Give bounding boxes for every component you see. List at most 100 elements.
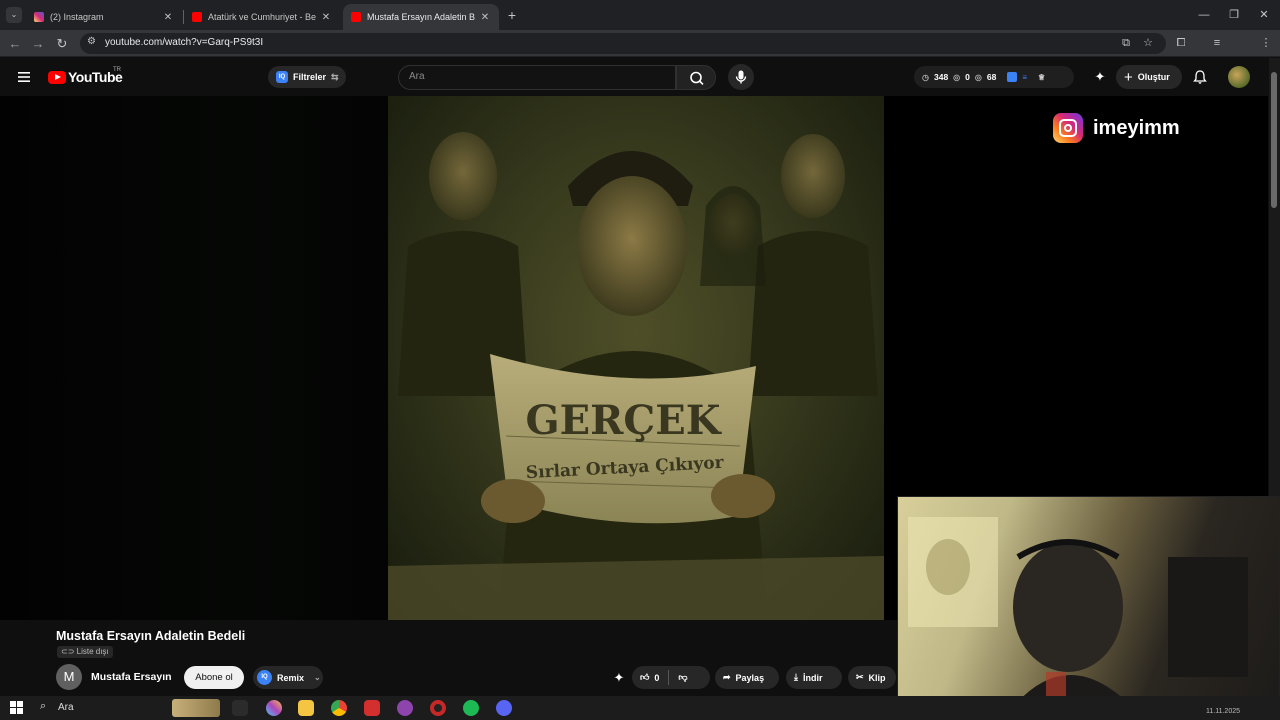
video-artwork: GERÇEK Sırlar Ortaya Çıkıyor — [388, 96, 884, 620]
scrollbar-thumb[interactable] — [1271, 72, 1277, 208]
visibility-label: Liste dışı — [76, 647, 109, 656]
close-tab-icon[interactable]: ✕ — [162, 12, 174, 23]
webcam-scene — [908, 517, 1248, 711]
youtube-favicon-icon — [192, 12, 202, 22]
windows-start-icon[interactable] — [10, 701, 23, 714]
search-input[interactable] — [409, 71, 659, 82]
magic-icon[interactable]: ✦ — [1092, 69, 1108, 85]
list-icon: ≡ — [1022, 72, 1028, 82]
clock-icon: ◷ — [922, 72, 929, 82]
scissors-icon: ✂ — [856, 672, 864, 682]
player-ambient-left — [0, 96, 388, 620]
hamburger-menu-icon[interactable] — [16, 69, 32, 85]
search-highlight-icon — [172, 699, 220, 717]
visibility-badge: ⊂⊃ Liste dışı — [57, 646, 113, 658]
cast-icon[interactable]: ⧉ — [1118, 35, 1134, 51]
taskbar-search[interactable]: ⌕ Ara — [34, 699, 224, 717]
voice-search-button[interactable] — [728, 64, 754, 90]
magic-icon[interactable]: ✦ — [611, 670, 627, 686]
channel-avatar[interactable]: M — [56, 664, 82, 690]
youtube-logo-icon[interactable] — [48, 71, 66, 84]
subscribe-button[interactable]: Abone ol — [184, 666, 244, 689]
copilot-icon[interactable] — [266, 700, 282, 716]
sliders-icon: ⇆ — [331, 71, 339, 82]
tab-instagram[interactable]: (2) Instagram ✕ — [26, 4, 182, 30]
create-label: Oluştur — [1137, 72, 1170, 82]
search-icon — [690, 71, 704, 85]
new-tab-button[interactable]: + — [505, 7, 519, 23]
eye-outline-icon: ◎ — [974, 72, 982, 82]
notifications-bell-icon[interactable] — [1192, 69, 1208, 85]
link-icon: ⊂⊃ — [61, 647, 75, 656]
file-explorer-icon[interactable] — [298, 700, 314, 716]
dislike-icon[interactable]: 👎︎ — [678, 672, 687, 683]
video-stats-pill[interactable]: ◷ 348 ◎ 0 ◎ 68 ≡ ♕ — [914, 66, 1074, 88]
windows-taskbar: ⌕ Ara 11.11.2025 — [0, 696, 1280, 720]
like-count[interactable]: 0 — [654, 673, 659, 683]
back-icon[interactable]: ← — [6, 35, 24, 53]
chrome-icon[interactable] — [331, 700, 347, 716]
region-code: TR — [113, 67, 121, 73]
reading-list-icon[interactable]: ≡ — [1209, 35, 1225, 51]
close-tab-icon[interactable]: ✕ — [479, 12, 491, 23]
app-red-icon[interactable] — [430, 700, 446, 716]
tab-search-dropdown[interactable]: ⌄ — [6, 7, 22, 23]
address-bar[interactable]: ⚙ youtube.com/watch?v=Garq-PS9t3I — [80, 33, 1166, 54]
taskbar-date[interactable]: 11.11.2025 — [1206, 708, 1240, 715]
close-tab-icon[interactable]: ✕ — [320, 12, 332, 23]
bookmark-star-icon[interactable]: ☆ — [1140, 35, 1156, 51]
download-label: İndir — [802, 672, 823, 683]
youtube-masthead: YouTube TR IQ Filtreler ⇆ ◷ 348 ◎ 0 ◎ 68… — [0, 58, 1280, 96]
restore-icon[interactable]: ❐ — [1219, 6, 1249, 24]
instagram-favicon-icon — [34, 12, 44, 22]
app-purple-icon[interactable] — [397, 700, 413, 716]
microphone-icon — [735, 70, 747, 84]
video-frame[interactable]: GERÇEK Sırlar Ortaya Çıkıyor — [388, 96, 884, 620]
close-window-icon[interactable]: ✕ — [1249, 6, 1279, 24]
taskbar-search-label: Ara — [58, 702, 74, 713]
site-info-icon[interactable]: ⚙ — [87, 36, 96, 47]
url-text: youtube.com/watch?v=Garq-PS9t3I — [105, 37, 264, 48]
stat-views: 348 — [933, 72, 949, 82]
wps-icon[interactable] — [364, 700, 380, 716]
forward-icon[interactable]: → — [29, 35, 47, 53]
chevron-down-icon[interactable]: ⌄ — [314, 673, 321, 682]
download-icon: ⤓ — [794, 672, 798, 682]
menu-kebab-icon[interactable]: ⋮ — [1258, 35, 1274, 51]
like-icon[interactable]: 👍︎ — [640, 672, 649, 683]
download-button[interactable]: ⤓ İndir — [786, 666, 842, 689]
tab-label: Mustafa Ersayın Adaletin Bedeli — [367, 12, 475, 22]
search-icon: ⌕ — [40, 700, 47, 712]
share-button[interactable]: ➦ Paylaş — [715, 666, 779, 689]
clip-label: Klip — [868, 672, 886, 683]
search-box[interactable] — [398, 65, 676, 90]
remix-button[interactable]: IQ Remix ⌄ — [253, 666, 323, 689]
overlay-username: imeyimm — [1093, 116, 1180, 139]
user-avatar[interactable] — [1228, 66, 1250, 88]
search-button[interactable] — [676, 65, 716, 90]
extensions-icon[interactable]: ⧠ — [1173, 35, 1189, 51]
filters-button[interactable]: IQ Filtreler ⇆ — [268, 66, 346, 88]
iq-icon: IQ — [257, 670, 272, 685]
clip-button[interactable]: ✂ Klip — [848, 666, 896, 689]
tab-mustafa-ersayin[interactable]: Mustafa Ersayın Adaletin Bedeli ✕ — [343, 4, 499, 30]
youtube-favicon-icon — [351, 12, 361, 22]
task-view-icon[interactable] — [232, 700, 248, 716]
share-icon: ➦ — [723, 672, 731, 682]
video-title: Mustafa Ersayın Adaletin Bedeli — [56, 629, 246, 643]
stat-likes: 0 — [965, 72, 970, 82]
iq-badge-icon — [1007, 72, 1018, 82]
reload-icon[interactable]: ↻ — [53, 35, 71, 53]
channel-name[interactable]: Mustafa Ersayın — [91, 671, 172, 683]
webcam-overlay — [897, 496, 1280, 712]
stat-comments: 68 — [986, 72, 997, 82]
browser-toolbar: ← → ↻ ⚙ youtube.com/watch?v=Garq-PS9t3I … — [0, 30, 1280, 81]
tab-ataturk[interactable]: Atatürk ve Cumhuriyet - Belgese ✕ — [184, 4, 340, 30]
share-label: Paylaş — [735, 672, 765, 683]
spotify-icon[interactable] — [463, 700, 479, 716]
discord-icon[interactable] — [496, 700, 512, 716]
tab-label: (2) Instagram — [50, 12, 104, 22]
newspaper-headline: GERÇEK — [526, 397, 722, 444]
create-button[interactable]: + Oluştur — [1116, 65, 1182, 89]
minimize-icon[interactable]: — — [1189, 6, 1219, 24]
